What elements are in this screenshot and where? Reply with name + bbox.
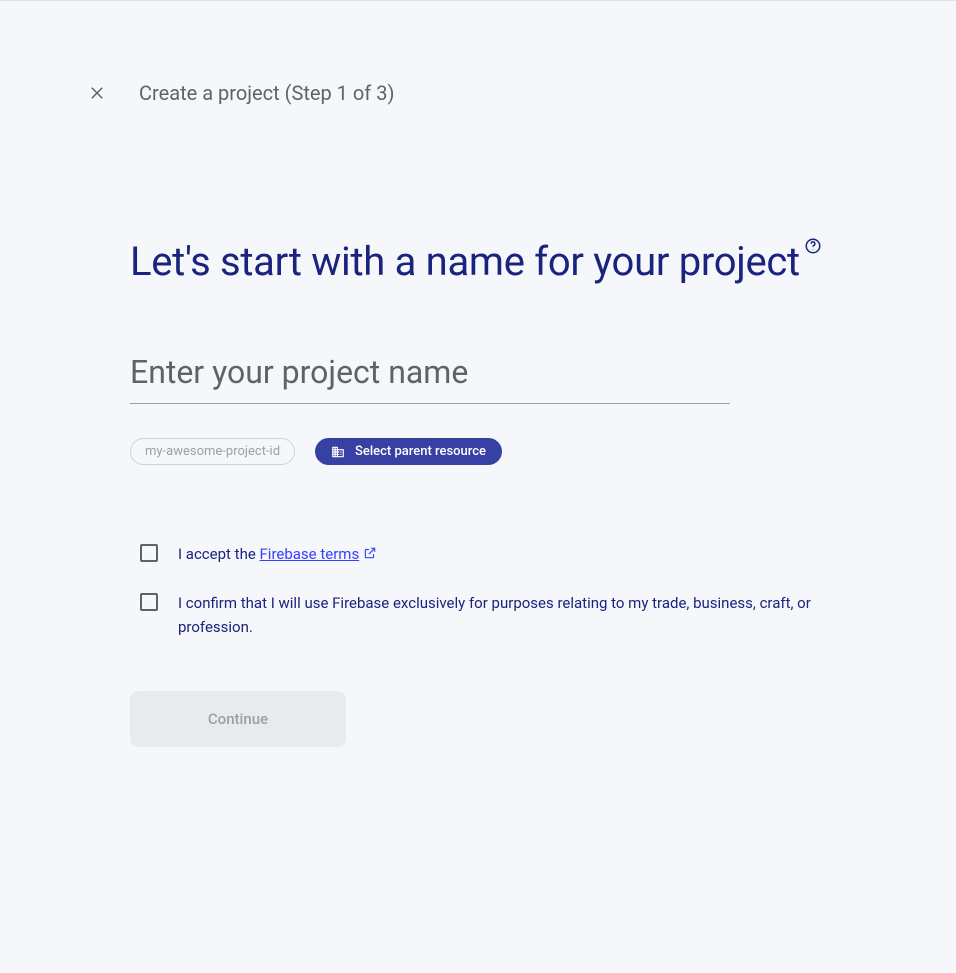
wizard-header: Create a project (Step 1 of 3) [0, 1, 956, 105]
firebase-terms-link[interactable]: Firebase terms [260, 545, 378, 563]
close-icon [88, 84, 106, 102]
heading-text: Let's start with a name for your project [130, 238, 800, 285]
header-title: Create a project (Step 1 of 3) [139, 81, 394, 105]
firebase-terms-link-text: Firebase terms [260, 545, 360, 563]
confirm-usage-label: I confirm that I will use Firebase exclu… [178, 592, 830, 639]
select-parent-resource-button[interactable]: Select parent resource [315, 438, 502, 465]
continue-button[interactable]: Continue [130, 691, 346, 747]
parent-resource-label: Select parent resource [355, 444, 486, 459]
page-heading: Let's start with a name for your project [130, 235, 830, 289]
chips-row: my-awesome-project-id Select parent reso… [130, 438, 830, 465]
external-link-icon [363, 546, 377, 560]
accept-terms-row: I accept the Firebase terms [130, 543, 830, 566]
domain-icon [331, 445, 345, 459]
accept-terms-prefix: I accept the [178, 545, 260, 563]
help-icon[interactable] [804, 237, 822, 255]
project-name-row [130, 353, 730, 404]
confirm-usage-checkbox[interactable] [140, 593, 158, 611]
confirm-usage-row: I confirm that I will use Firebase exclu… [130, 592, 830, 639]
checks-section: I accept the Firebase terms I confirm th… [130, 543, 830, 639]
project-name-input[interactable] [130, 353, 730, 404]
main-content: Let's start with a name for your project… [0, 105, 830, 747]
project-id-chip: my-awesome-project-id [130, 438, 295, 465]
accept-terms-label: I accept the Firebase terms [178, 543, 377, 566]
close-button[interactable] [85, 81, 109, 105]
accept-terms-checkbox[interactable] [140, 544, 158, 562]
